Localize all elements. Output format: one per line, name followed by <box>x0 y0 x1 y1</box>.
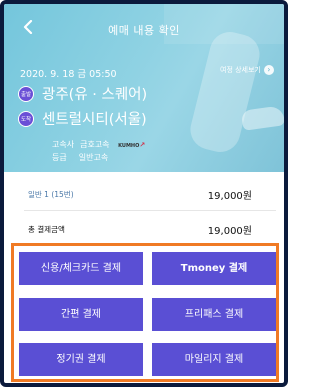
total-amount: 19,000원 <box>207 226 252 237</box>
app-screen: 예매 내용 확인 2020. 9. 18 금 05:50 여정 상세보기 › 출… <box>0 0 288 387</box>
departure-row: 출발 광주(유 · 스퀘어) <box>18 83 147 104</box>
payment-options-panel: 신용/체크카드 결제 Tmoney 결제 간편 결제 프리패스 결제 정기권 결… <box>11 243 279 382</box>
trip-detail-link[interactable]: 여정 상세보기 › <box>220 65 274 75</box>
bus-company-row: 고속사 금호고속 KUMHO↗ <box>52 139 145 150</box>
bus-grade-row: 등급 일반고속 <box>52 152 108 163</box>
departure-badge: 출발 <box>18 85 34 102</box>
fare-amount: 19,000원 <box>207 191 252 202</box>
arrival-badge: 도착 <box>18 110 34 127</box>
trip-summary-header: 예매 내용 확인 2020. 9. 18 금 05:50 여정 상세보기 › 출… <box>4 4 284 172</box>
chevron-right-icon: › <box>263 65 274 75</box>
bus-grade-value: 일반고속 <box>78 153 109 162</box>
departure-terminal: 광주(유 · 스퀘어) <box>42 87 148 103</box>
bus-company-label: 고속사 <box>52 140 75 149</box>
fare-row-adult: 일반 1 (15번) 19,000원 <box>4 187 284 202</box>
bus-company-value: 금호고속 <box>80 140 110 149</box>
company-logo: KUMHO↗ <box>118 140 146 149</box>
simple-payment-button[interactable]: 간편 결제 <box>19 298 143 331</box>
card-payment-button[interactable]: 신용/체크카드 결제 <box>19 252 143 285</box>
page-title: 예매 내용 확인 <box>108 24 180 37</box>
divider <box>24 210 276 211</box>
arrival-row: 도착 센트럴시티(서울) <box>18 108 147 129</box>
fare-row-total: 총 결제금액 19,000원 <box>4 222 284 237</box>
background-photo-figure <box>186 27 264 157</box>
season-pass-payment-button[interactable]: 정기권 결제 <box>19 343 143 376</box>
fare-label: 일반 1 (15번) <box>28 190 74 199</box>
bus-grade-label: 등급 <box>52 153 67 162</box>
tmoney-payment-button[interactable]: Tmoney 결제 <box>152 252 276 285</box>
freepass-payment-button[interactable]: 프리패스 결제 <box>152 298 276 331</box>
background-photo-shoe <box>240 105 284 131</box>
mileage-payment-button[interactable]: 마일리지 결제 <box>152 343 276 376</box>
departure-datetime: 2020. 9. 18 금 05:50 <box>20 69 117 80</box>
trip-detail-label: 여정 상세보기 <box>220 66 261 74</box>
total-label: 총 결제금액 <box>28 225 65 234</box>
arrival-terminal: 센트럴시티(서울) <box>42 112 147 128</box>
